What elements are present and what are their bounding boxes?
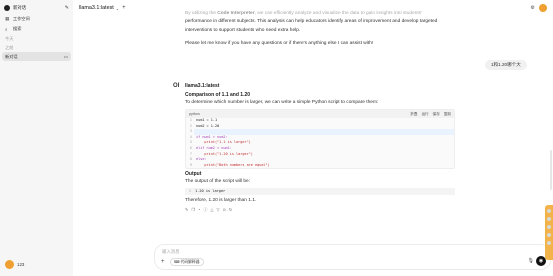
heading-comparison: Comparison of 1.1 and 1.20 xyxy=(185,92,251,98)
code-text xyxy=(194,129,454,135)
widget-dot[interactable] xyxy=(547,225,551,229)
message-composer[interactable]: 输入消息 + ⌨ 代码解释器 🎙 ◉ xyxy=(154,244,551,270)
sidebar-item-search[interactable]: ⌕ 搜索 xyxy=(0,24,73,34)
intro-text: To determine which number is larger, we … xyxy=(185,100,379,105)
sidebar-header: 新对话 ✎ xyxy=(0,1,73,14)
heading-output: Output xyxy=(185,171,202,178)
copy-icon[interactable]: ❐ xyxy=(191,207,195,213)
assistant-name: llama3.1:latest xyxy=(185,83,220,89)
code-icon: ⌨ xyxy=(174,260,180,264)
output-block: 1 1.20 is larger xyxy=(185,188,455,196)
message-input[interactable]: 输入消息 xyxy=(162,249,180,255)
message-line: By utilizing the Code Interpreter, we ca… xyxy=(185,10,455,18)
code-header: python 折叠 运行 保存 复制 xyxy=(186,110,454,118)
thumbs-up-icon[interactable]: △ xyxy=(210,207,213,213)
message-line: performance in different subjects. This … xyxy=(185,19,438,25)
message-line: Please let me know if you have any quest… xyxy=(185,41,374,47)
chat-title: 新对话 xyxy=(5,53,18,59)
bold-span: Code Interpreter xyxy=(217,11,255,16)
main-panel: llama3.1:latest ⌄ + ⚙ By utilizing the C… xyxy=(73,0,553,276)
continue-icon[interactable]: ⊙ xyxy=(223,207,226,213)
user-name: 123 xyxy=(17,262,25,267)
sidebar-chat-item[interactable]: 新对话 ••• xyxy=(2,52,71,61)
scrollbar[interactable] xyxy=(550,150,552,190)
collapse-code-button[interactable]: 折叠 xyxy=(410,112,417,117)
assistant-message: OI llama3.1:latest Comparison of 1.1 and… xyxy=(173,83,463,213)
info-icon[interactable]: ⓘ xyxy=(203,207,207,213)
thumbs-down-icon[interactable]: ▽ xyxy=(216,207,219,213)
widget-dot[interactable] xyxy=(547,241,551,245)
sidebar: 新对话 ✎ ▦ 工作空间 ⌕ 搜索 今天 之前 新对话 ••• 123 xyxy=(0,0,73,276)
regenerate-icon[interactable]: ↻ xyxy=(229,207,232,213)
avatar xyxy=(5,260,14,269)
text-span: , we can efficiently analyze and visuali… xyxy=(254,11,423,16)
top-actions: ⚙ xyxy=(531,4,547,12)
output-intro: The output of the script will be: xyxy=(185,179,251,185)
sidebar-item-workspace[interactable]: ▦ 工作空间 xyxy=(0,14,73,24)
more-options-icon[interactable]: ••• xyxy=(64,54,68,59)
side-widget-rail[interactable] xyxy=(545,205,553,260)
previous-message: By utilizing the Code Interpreter, we ca… xyxy=(185,10,455,49)
new-chat-label[interactable]: 新对话 xyxy=(13,5,65,11)
output-text: 1.20 is larger xyxy=(195,189,226,194)
message-line: interventions to support students who ne… xyxy=(185,27,301,33)
grid-icon: ▦ xyxy=(5,16,10,21)
tool-label: 代码解释器 xyxy=(180,260,200,264)
model-selector[interactable]: llama3.1:latest xyxy=(79,5,114,11)
app-logo-icon xyxy=(4,4,10,11)
widget-dot[interactable] xyxy=(547,209,551,213)
chevron-down-icon[interactable]: ⌄ xyxy=(116,6,119,11)
conclusion-text: Therefore, 1.20 is larger than 1.1. xyxy=(185,198,257,204)
code-language: python xyxy=(189,112,200,116)
code-actions: 折叠 运行 保存 复制 xyxy=(410,112,451,117)
run-code-button[interactable]: 运行 xyxy=(421,112,428,117)
sidebar-item-label: 搜索 xyxy=(13,26,22,31)
user-profile[interactable]: 123 xyxy=(5,260,24,269)
line-number: 1 xyxy=(188,189,191,194)
widget-dot[interactable] xyxy=(547,233,551,237)
code-block: python 折叠 运行 保存 复制 1 num1 = 1.1 2 num2 = 1… xyxy=(185,109,455,170)
copy-code-button[interactable]: 复制 xyxy=(444,112,451,117)
edit-icon[interactable]: ✎ xyxy=(185,207,188,213)
microphone-icon[interactable]: 🎙 xyxy=(528,258,534,264)
section-label: 之前 xyxy=(5,44,14,50)
compose-icon[interactable]: ✎ xyxy=(65,5,69,11)
section-label: 今天 xyxy=(5,35,14,41)
text-span: By utilizing the xyxy=(185,11,218,16)
code-line[interactable]: 9 print("Both numbers are equal") xyxy=(186,163,454,169)
sidebar-section-today: 今天 xyxy=(0,34,73,43)
code-interpreter-toggle[interactable]: ⌨ 代码解释器 xyxy=(170,258,204,266)
code-text: print("Both numbers are equal") xyxy=(196,162,270,167)
line-number: 9 xyxy=(189,162,192,167)
top-avatar[interactable] xyxy=(539,4,547,12)
save-code-button[interactable]: 保存 xyxy=(433,112,440,117)
user-message-bubble: 1和1.20哪个大 xyxy=(485,60,527,70)
settings-icon[interactable]: ⚙ xyxy=(531,5,535,11)
add-model-icon[interactable]: + xyxy=(122,5,126,11)
sidebar-section-older: 之前 xyxy=(0,43,73,52)
widget-dot[interactable] xyxy=(547,217,551,221)
sidebar-item-label: 工作空间 xyxy=(13,16,30,21)
assistant-body: llama3.1:latest Comparison of 1.1 and 1.… xyxy=(185,83,463,213)
message-actions: ✎ ❐ ◔ ⓘ △ ▽ ⊙ ↻ xyxy=(185,207,463,213)
attach-icon[interactable]: + xyxy=(161,259,165,265)
assistant-avatar: OI xyxy=(173,83,180,89)
read-aloud-icon[interactable]: ◔ xyxy=(198,207,200,213)
app-window: 新对话 ✎ ▦ 工作空间 ⌕ 搜索 今天 之前 新对话 ••• 123 llam… xyxy=(0,0,553,276)
search-icon: ⌕ xyxy=(5,26,8,32)
